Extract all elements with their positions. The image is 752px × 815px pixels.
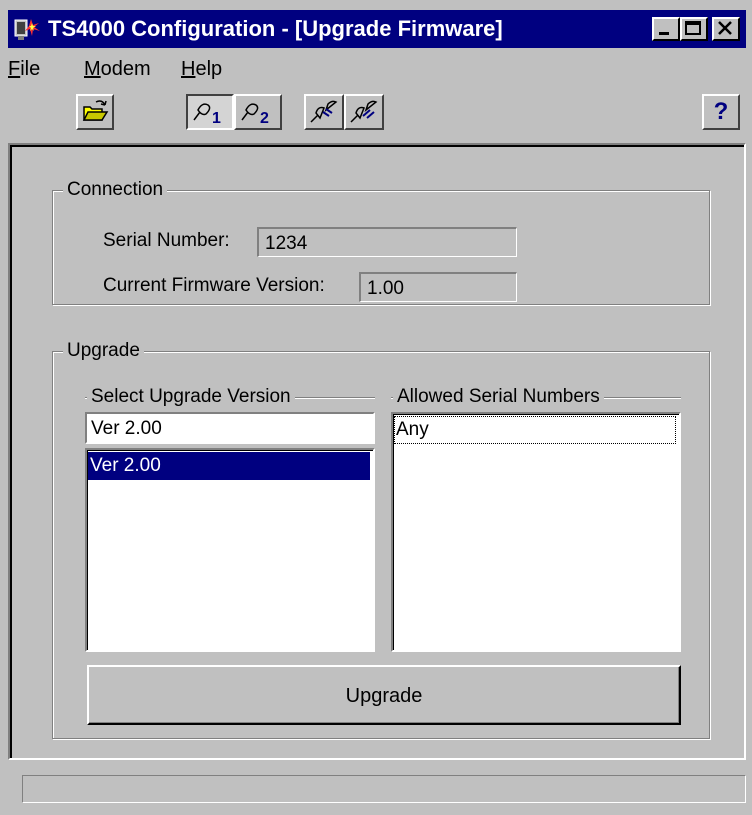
version-list-inner	[87, 450, 373, 650]
maximize-icon	[685, 21, 701, 35]
connect-icon	[310, 100, 338, 123]
upgrade-button[interactable]: Upgrade	[87, 665, 681, 725]
serial-number-field: 1234	[257, 227, 517, 257]
open-button[interactable]	[76, 94, 114, 130]
help-button[interactable]: ?	[702, 94, 740, 130]
firmware-version-label: Current Firmware Version:	[103, 275, 325, 296]
serial-number-value: 1234	[265, 233, 308, 254]
probe-2-icon: 2	[241, 103, 269, 127]
menu-file[interactable]: File	[8, 54, 40, 84]
allowed-serials-list-inner	[393, 414, 679, 650]
app-window: TS4000 Configuration - [Upgrade Firmware…	[0, 0, 752, 815]
minimize-button[interactable]	[652, 17, 680, 41]
select-version-label: Select Upgrade Version	[87, 385, 295, 409]
connection-group: Connection Serial Number: 1234 Current F…	[52, 178, 710, 305]
open-folder-icon	[82, 100, 109, 121]
app-icon[interactable]	[14, 16, 42, 42]
upgrade-button-label: Upgrade	[345, 685, 423, 707]
allowed-serials-label: Allowed Serial Numbers	[393, 385, 604, 409]
allowed-serials-item[interactable]: Any	[394, 416, 676, 444]
probe-1-icon: 1	[193, 103, 221, 127]
firmware-version-value: 1.00	[367, 278, 404, 299]
disconnect-icon	[350, 100, 378, 123]
menu-modem[interactable]: Modem	[84, 54, 151, 84]
client-area: Connection Serial Number: 1234 Current F…	[8, 143, 746, 760]
probe-1-label: 1	[212, 110, 221, 127]
probe-1-button[interactable]: 1	[186, 94, 234, 130]
upgrade-group-label: Upgrade	[63, 339, 144, 363]
maximize-button[interactable]	[680, 17, 708, 41]
status-bar	[22, 775, 746, 803]
title-bar[interactable]: TS4000 Configuration - [Upgrade Firmware…	[8, 10, 746, 48]
probe-2-label: 2	[260, 110, 269, 127]
connection-group-label: Connection	[63, 178, 168, 202]
connect-button[interactable]	[304, 94, 344, 130]
version-input[interactable]: Ver 2.00	[85, 412, 375, 444]
version-list-item[interactable]: Ver 2.00	[88, 452, 370, 480]
menu-help[interactable]: Help	[181, 54, 222, 84]
upgrade-group: Upgrade Select Upgrade Version Ver 2.00 …	[52, 339, 710, 739]
window-title: TS4000 Configuration - [Upgrade Firmware…	[48, 16, 503, 41]
toolbar: 1 2 ?	[8, 88, 746, 138]
serial-number-label: Serial Number:	[103, 230, 230, 251]
probe-2-button[interactable]: 2	[234, 94, 282, 130]
version-input-value: Ver 2.00	[91, 418, 162, 439]
help-icon: ?	[713, 98, 729, 125]
allowed-serials-list[interactable]: Any	[391, 412, 681, 652]
minimize-icon	[659, 32, 669, 35]
disconnect-button[interactable]	[344, 94, 384, 130]
close-icon	[718, 21, 732, 35]
close-button[interactable]	[712, 17, 740, 41]
version-list[interactable]: Ver 2.00	[85, 448, 375, 652]
firmware-version-field: 1.00	[359, 272, 517, 302]
